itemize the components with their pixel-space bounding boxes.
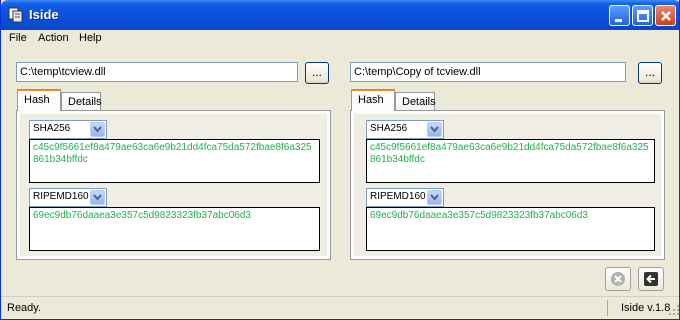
menu-action[interactable]: Action: [38, 32, 69, 44]
chevron-down-icon[interactable]: [427, 190, 442, 205]
status-text: Ready.: [7, 302, 42, 314]
status-bar: Ready. Iside v.1.8: [1, 296, 679, 319]
right-algo2-value: RIPEMD160: [370, 191, 426, 202]
stop-button[interactable]: [605, 267, 631, 291]
menu-help[interactable]: Help: [79, 32, 102, 44]
right-browse-button[interactable]: ...: [638, 62, 662, 84]
left-algo2-select[interactable]: RIPEMD160: [29, 188, 107, 207]
right-tab-hash[interactable]: Hash: [351, 89, 395, 111]
right-algo2-select[interactable]: RIPEMD160: [366, 188, 444, 207]
menu-bar: File Action Help: [1, 30, 679, 48]
chevron-down-icon[interactable]: [90, 122, 105, 137]
status-divider: [607, 300, 608, 316]
menu-file[interactable]: File: [9, 32, 27, 44]
version-text: Iside v.1.8: [621, 302, 671, 314]
maximize-button[interactable]: [632, 5, 653, 26]
left-hash2-output[interactable]: 69ec9db76daaea3e357c5d9823323fb37abc06d3: [29, 207, 320, 251]
right-hash1-output[interactable]: c45c9f5661ef8a479ae63ca6e9b21dd4fca75da5…: [366, 139, 655, 183]
close-button[interactable]: [655, 5, 676, 26]
left-path-input[interactable]: C:\temp\tcview.dll: [16, 62, 298, 82]
right-algo1-select[interactable]: SHA256: [366, 120, 444, 139]
right-algo1-value: SHA256: [370, 123, 408, 134]
title-bar[interactable]: Iside: [1, 0, 679, 30]
left-tab-details[interactable]: Details: [61, 92, 102, 112]
left-hash1-output[interactable]: c45c9f5661ef8a479ae63ca6e9b21dd4fca75da5…: [29, 139, 320, 183]
exit-button[interactable]: [638, 267, 664, 291]
right-path-input[interactable]: C:\temp\Copy of tcview.dll: [350, 62, 626, 82]
left-algo1-value: SHA256: [33, 123, 71, 134]
resize-grip-icon[interactable]: [668, 304, 679, 319]
left-browse-button[interactable]: ...: [305, 62, 329, 84]
window-title: Iside: [29, 7, 59, 22]
left-algo2-value: RIPEMD160: [33, 191, 89, 202]
left-algo1-select[interactable]: SHA256: [29, 120, 107, 139]
left-tab-hash[interactable]: Hash: [17, 89, 61, 111]
right-hash2-output[interactable]: 69ec9db76daaea3e357c5d9823323fb37abc06d3: [366, 207, 655, 251]
chevron-down-icon[interactable]: [90, 190, 105, 205]
app-icon: [7, 6, 25, 24]
right-tab-details[interactable]: Details: [395, 92, 436, 112]
app-window: Iside File Action Help C:\temp\tcview.dl…: [0, 0, 680, 320]
minimize-button[interactable]: [609, 5, 630, 26]
chevron-down-icon[interactable]: [427, 122, 442, 137]
